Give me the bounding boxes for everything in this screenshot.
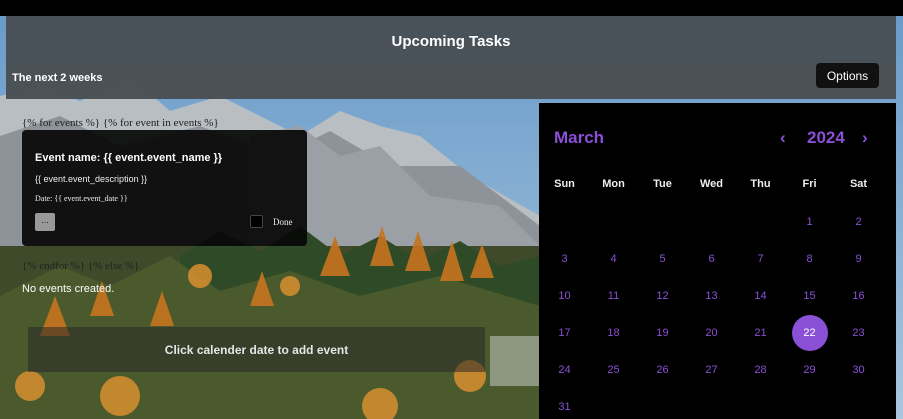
page-subtitle: The next 2 weeks bbox=[12, 72, 103, 84]
calendar-day-number: 4 bbox=[610, 252, 617, 265]
calendar-day-number: 17 bbox=[558, 326, 571, 339]
calendar-day[interactable]: 27 bbox=[687, 351, 736, 388]
calendar-day-number: 11 bbox=[607, 289, 620, 302]
calendar-day-number: 28 bbox=[754, 363, 767, 376]
next-month-button[interactable]: › bbox=[862, 128, 868, 148]
calendar-day[interactable]: 14 bbox=[736, 277, 785, 314]
weekday-header: Tue bbox=[653, 178, 672, 190]
calendar-day-number: 9 bbox=[855, 252, 862, 265]
calendar-day-number: 1 bbox=[806, 215, 813, 228]
calendar-day-number: 7 bbox=[757, 252, 764, 265]
calendar-day[interactable]: 18 bbox=[589, 314, 638, 351]
calendar-day[interactable]: 26 bbox=[638, 351, 687, 388]
weekday-header: Wed bbox=[699, 178, 724, 190]
calendar-day-number: 25 bbox=[607, 363, 620, 376]
calendar-day[interactable]: 15 bbox=[785, 277, 834, 314]
calendar-day-number: 10 bbox=[558, 289, 571, 302]
calendar-year: 2024 bbox=[807, 128, 845, 147]
calendar-day[interactable]: 16 bbox=[834, 277, 883, 314]
calendar-day[interactable]: 17 bbox=[540, 314, 589, 351]
calendar-day-number: 14 bbox=[754, 289, 767, 302]
event-date: Date: {{ event.event_date }} bbox=[35, 194, 128, 203]
calendar-blank-cell bbox=[687, 203, 736, 240]
weekday-header: Sat bbox=[849, 178, 868, 190]
calendar-day-number: 2 bbox=[855, 215, 862, 228]
calendar-day[interactable]: 13 bbox=[687, 277, 736, 314]
calendar-month: March bbox=[554, 128, 605, 147]
calendar-day[interactable]: 25 bbox=[589, 351, 638, 388]
calendar-day-number: 13 bbox=[705, 289, 718, 302]
calendar-day[interactable]: 8 bbox=[785, 240, 834, 277]
calendar-day[interactable]: 7 bbox=[736, 240, 785, 277]
calendar-blank-cell bbox=[540, 203, 589, 240]
prev-month-button[interactable]: ‹ bbox=[780, 128, 786, 148]
calendar-day-number: 27 bbox=[705, 363, 718, 376]
template-for-text: {% for events %} {% for event in events … bbox=[22, 117, 219, 129]
calendar-day-number: 19 bbox=[656, 326, 669, 339]
weekday-header: Mon bbox=[602, 178, 625, 190]
event-done-label: Done bbox=[273, 217, 293, 227]
event-name: Event name: {{ event.event_name }} bbox=[35, 152, 223, 164]
calendar-day[interactable]: 1 bbox=[785, 203, 834, 240]
calendar-day-number: 24 bbox=[558, 363, 571, 376]
calendar-day[interactable]: 6 bbox=[687, 240, 736, 277]
weekday-header: Sun bbox=[554, 178, 575, 190]
calendar-day[interactable]: 24 bbox=[540, 351, 589, 388]
calendar-day[interactable]: 9 bbox=[834, 240, 883, 277]
calendar-blank-cell bbox=[638, 203, 687, 240]
calendar-blank-cell bbox=[736, 203, 785, 240]
calendar-grid: Sun Mon Tue Wed Thu Fri Sat 1 2 3 4 5 6 7 8 9 10 11 12 13 14… bbox=[539, 166, 896, 419]
calendar-day[interactable]: 11 bbox=[589, 277, 638, 314]
calendar-day-number: 6 bbox=[708, 252, 715, 265]
calendar-day[interactable]: 21 bbox=[736, 314, 785, 351]
weekday-header: Thu bbox=[750, 178, 771, 190]
event-description: {{ event.event_description }} bbox=[35, 174, 148, 184]
calendar-day-number: 22 bbox=[791, 314, 828, 351]
calendar-day[interactable]: 5 bbox=[638, 240, 687, 277]
add-event-hint: Click calender date to add event bbox=[28, 327, 485, 372]
calendar-day[interactable]: 10 bbox=[540, 277, 589, 314]
calendar: March ‹ 2024 › Sun Mon Tue Wed Thu Fri Sat 1 2 3 4… bbox=[539, 103, 896, 419]
calendar-day[interactable]: 19 bbox=[638, 314, 687, 351]
header-bar: Upcoming Tasks The next 2 weeks Options bbox=[6, 16, 896, 99]
calendar-day-number: 15 bbox=[803, 289, 816, 302]
options-button[interactable]: Options bbox=[816, 63, 879, 88]
calendar-day-today[interactable]: 22 bbox=[785, 314, 834, 351]
calendar-day-number: 12 bbox=[656, 289, 669, 302]
calendar-day-number: 21 bbox=[754, 326, 767, 339]
event-done-checkbox[interactable] bbox=[250, 215, 263, 228]
calendar-day-number: 30 bbox=[852, 363, 865, 376]
empty-events-message: No events created. bbox=[22, 283, 115, 295]
calendar-day-number: 20 bbox=[705, 326, 718, 339]
calendar-day[interactable]: 23 bbox=[834, 314, 883, 351]
event-more-button[interactable]: ... bbox=[35, 213, 55, 231]
weekday-header: Fri bbox=[802, 178, 817, 190]
calendar-day[interactable]: 2 bbox=[834, 203, 883, 240]
calendar-day-number: 18 bbox=[607, 326, 620, 339]
calendar-day[interactable]: 28 bbox=[736, 351, 785, 388]
calendar-day-number: 31 bbox=[558, 400, 571, 413]
calendar-day-number: 8 bbox=[806, 252, 813, 265]
calendar-day-number: 26 bbox=[656, 363, 669, 376]
calendar-day[interactable]: 4 bbox=[589, 240, 638, 277]
calendar-day-number: 3 bbox=[561, 252, 568, 265]
calendar-day[interactable]: 29 bbox=[785, 351, 834, 388]
calendar-blank-cell bbox=[589, 203, 638, 240]
calendar-day[interactable]: 3 bbox=[540, 240, 589, 277]
template-endfor-text: {% endfor %} {% else %} bbox=[22, 260, 140, 272]
event-card: Event name: {{ event.event_name }} {{ ev… bbox=[22, 130, 307, 246]
calendar-day[interactable]: 31 bbox=[540, 388, 589, 419]
calendar-day[interactable]: 12 bbox=[638, 277, 687, 314]
calendar-day[interactable]: 30 bbox=[834, 351, 883, 388]
calendar-day[interactable]: 20 bbox=[687, 314, 736, 351]
calendar-day-number: 16 bbox=[852, 289, 865, 302]
calendar-day-number: 5 bbox=[659, 252, 666, 265]
page-title: Upcoming Tasks bbox=[391, 33, 511, 50]
calendar-day-number: 23 bbox=[852, 326, 865, 339]
calendar-day-number: 29 bbox=[803, 363, 816, 376]
